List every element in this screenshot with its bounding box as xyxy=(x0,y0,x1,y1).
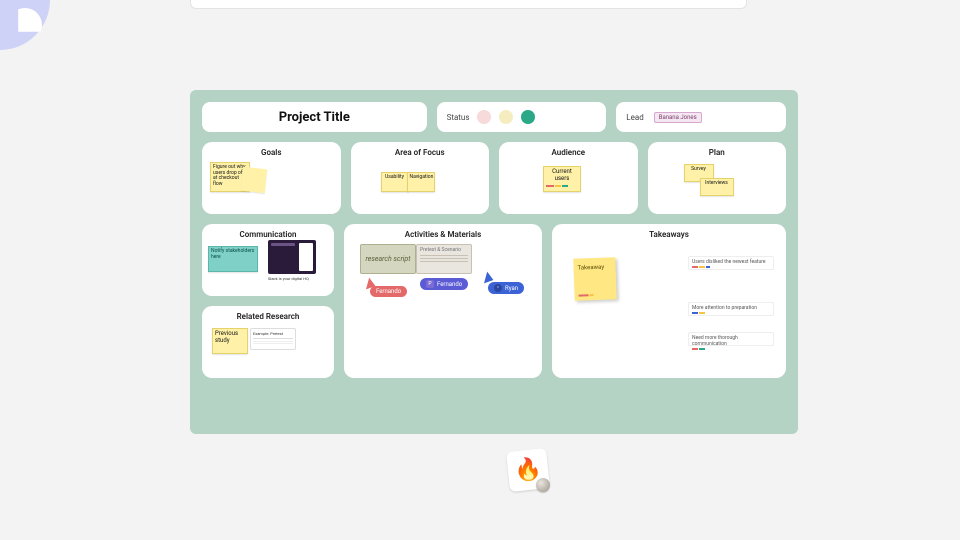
top-toolbar-edge xyxy=(190,0,747,9)
status-dot-yellow[interactable] xyxy=(499,110,513,124)
communication-card[interactable]: Communication Notify stakeholders here S… xyxy=(202,224,334,296)
app-logo-corner xyxy=(0,0,50,50)
related-sticky[interactable]: Previous study xyxy=(212,328,248,354)
user-avatar: P xyxy=(426,280,434,288)
takeaways-sticky[interactable]: Takeaway xyxy=(573,257,616,300)
focus-tag-1[interactable]: Usability xyxy=(381,172,409,192)
activities-attachment-script-label: research script xyxy=(366,255,411,263)
lead-card[interactable]: Lead Banana Jones xyxy=(616,102,786,132)
audience-title: Audience xyxy=(505,148,632,157)
activities-card[interactable]: Activities & Materials research script P… xyxy=(344,224,542,378)
user-tag-ryan[interactable]: • Ryan xyxy=(488,282,524,294)
activities-attachment-pretest[interactable]: Pretest & Scenario xyxy=(416,244,472,274)
user-tag-fernando-2[interactable]: P Fernando xyxy=(420,278,468,290)
status-label: Status xyxy=(447,113,470,122)
activities-attachment-script[interactable]: research script xyxy=(360,244,416,274)
related-research-card[interactable]: Related Research Previous study Example:… xyxy=(202,306,334,378)
communication-thumbnail-caption: Slack is your digital HQ xyxy=(268,276,316,281)
plan-item-2[interactable]: Interviews xyxy=(700,178,734,196)
lead-label: Lead xyxy=(626,113,643,122)
takeaway-item-2-text: More attention to preparation xyxy=(692,305,757,311)
audience-card[interactable]: Audience Current users xyxy=(499,142,638,214)
related-sticky-text: Previous study xyxy=(215,330,238,344)
project-title-card[interactable]: Project Title xyxy=(202,102,427,132)
goals-card[interactable]: Goals Figure out why users drop off at c… xyxy=(202,142,341,214)
user-avatar: • xyxy=(494,284,502,292)
audience-sticky[interactable]: Current users xyxy=(543,166,581,192)
goals-sticky-blank[interactable] xyxy=(241,167,267,193)
user-tag-label: Fernando xyxy=(376,288,401,295)
status-dot-green[interactable] xyxy=(521,110,535,124)
takeaway-item-3[interactable]: Need more thorough communication xyxy=(688,332,774,346)
user-tag-label: Ryan xyxy=(505,285,518,292)
status-dot-red[interactable] xyxy=(477,110,491,124)
overview-row: Goals Figure out why users drop off at c… xyxy=(202,142,786,214)
status-card[interactable]: Status xyxy=(437,102,607,132)
left-column: Communication Notify stakeholders here S… xyxy=(202,224,334,378)
focus-card[interactable]: Area of Focus Usability Navigation xyxy=(351,142,490,214)
communication-sticky-text: Notify stakeholders here xyxy=(211,248,254,260)
communication-thumbnail[interactable] xyxy=(268,240,316,274)
takeaway-item-1-text: Users disliked the newest feature xyxy=(692,259,766,265)
lead-name-chip[interactable]: Banana Jones xyxy=(654,112,702,123)
related-doc-thumbnail[interactable]: Example: Pretest xyxy=(250,328,296,350)
board-header-row: Project Title Status Lead Banana Jones xyxy=(202,102,786,132)
takeaways-title: Takeaways xyxy=(558,230,780,239)
audience-progress xyxy=(546,185,578,187)
takeaways-sticky-text: Takeaway xyxy=(577,264,604,272)
audience-sticky-text: Current users xyxy=(552,168,572,182)
related-doc-title: Example: Pretest xyxy=(253,331,293,336)
related-title: Related Research xyxy=(208,312,328,321)
activities-column: Activities & Materials research script P… xyxy=(344,224,542,378)
takeaways-sticky-bar xyxy=(579,294,594,297)
goals-title: Goals xyxy=(208,148,335,157)
activities-title: Activities & Materials xyxy=(350,230,536,239)
detail-row: Communication Notify stakeholders here S… xyxy=(202,224,786,378)
communication-title: Communication xyxy=(208,230,328,239)
activities-attachment-pretest-label: Pretest & Scenario xyxy=(420,247,461,253)
focus-tag-2[interactable]: Navigation xyxy=(407,172,435,192)
plan-title: Plan xyxy=(654,148,781,157)
takeaway-item-3-text: Need more thorough communication xyxy=(692,335,738,347)
plan-card[interactable]: Plan Survey Interviews xyxy=(648,142,787,214)
takeaways-column: Takeaways Takeaway Users disliked the ne… xyxy=(552,224,786,378)
communication-sticky[interactable]: Notify stakeholders here xyxy=(208,246,258,272)
user-tag-label: Fernando xyxy=(437,281,462,288)
moon-sticker-icon[interactable] xyxy=(536,478,550,492)
project-board[interactable]: Project Title Status Lead Banana Jones G… xyxy=(190,90,798,434)
takeaway-item-2[interactable]: More attention to preparation xyxy=(688,302,774,316)
user-tag-fernando-1[interactable]: Fernando xyxy=(370,286,407,297)
focus-title: Area of Focus xyxy=(357,148,484,157)
takeaways-card[interactable]: Takeaways Takeaway Users disliked the ne… xyxy=(552,224,786,378)
project-title-text: Project Title xyxy=(279,110,350,125)
takeaway-item-1[interactable]: Users disliked the newest feature xyxy=(688,256,774,270)
